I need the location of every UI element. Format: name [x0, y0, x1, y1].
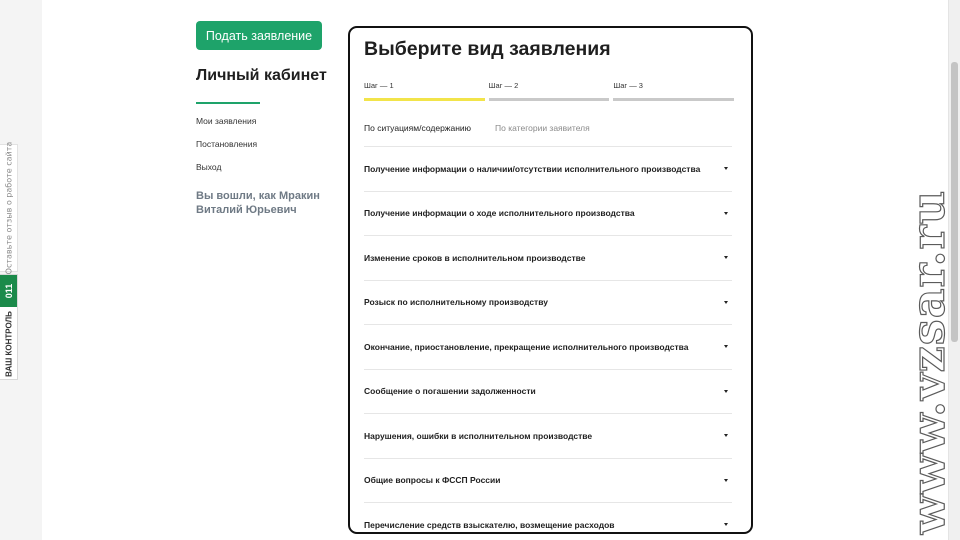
- list-item[interactable]: Получение информации о ходе исполнительн…: [364, 190, 732, 236]
- step-1[interactable]: Шаг — 1: [364, 81, 485, 101]
- control-tab-label-box: ВАШ КОНТРОЛЬ: [0, 307, 17, 379]
- caret-down-icon: [724, 478, 728, 482]
- caret-down-icon: [724, 256, 728, 260]
- list-item-label: Розыск по исполнительному производству: [364, 297, 548, 308]
- list-item-label: Изменение сроков в исполнительном произв…: [364, 252, 586, 263]
- caret-down-icon: [724, 211, 728, 215]
- caret-down-icon: [724, 300, 728, 304]
- sidebar-item-my-applications[interactable]: Мои заявления: [196, 115, 257, 138]
- tab-by-applicant-category[interactable]: По категории заявителя: [495, 123, 590, 133]
- caret-down-icon: [724, 434, 728, 438]
- cabinet-title: Личный кабинет: [196, 67, 327, 84]
- filter-tabs: По ситуациям/содержанию По категории зая…: [364, 123, 590, 133]
- sidebar-item-logout[interactable]: Выход: [196, 161, 257, 184]
- step-2[interactable]: Шаг — 2: [488, 81, 610, 101]
- list-item[interactable]: Общие вопросы к ФССП России: [364, 457, 732, 503]
- step-indicator: Шаг — 1 Шаг — 2 Шаг — 3: [364, 81, 735, 101]
- cabinet-title-underline: [196, 102, 260, 104]
- list-item-label: Общие вопросы к ФССП России: [364, 475, 501, 486]
- list-item[interactable]: Окончание, приостановление, прекращение …: [364, 324, 732, 369]
- list-item[interactable]: Сообщение о погашении задолженности: [364, 368, 732, 414]
- control-tab-number-box: 011: [0, 275, 17, 307]
- tab-by-situation[interactable]: По ситуациям/содержанию: [364, 123, 471, 133]
- sidebar-item-resolutions[interactable]: Постановления: [196, 138, 257, 161]
- panel-title: Выберите вид заявления: [364, 38, 611, 60]
- list-item[interactable]: Изменение сроков в исполнительном произв…: [364, 235, 732, 280]
- list-item[interactable]: Перечисление средств взыскателю, возмеще…: [364, 502, 732, 532]
- list-item-label: Перечисление средств взыскателю, возмеще…: [364, 519, 615, 530]
- control-tab-label: ВАШ КОНТРОЛЬ: [4, 311, 13, 377]
- feedback-tab[interactable]: Оставьте отзыв о работе сайта: [0, 141, 18, 275]
- caret-down-icon: [724, 167, 728, 171]
- list-item[interactable]: Розыск по исполнительному производству: [364, 279, 732, 325]
- control-tab[interactable]: 011 ВАШ КОНТРОЛЬ: [0, 274, 18, 380]
- caret-down-icon: [724, 389, 728, 393]
- application-type-list: Получение информации о наличии/отсутстви…: [364, 146, 732, 532]
- sidebar-menu: Мои заявления Постановления Выход: [196, 115, 257, 184]
- list-item-label: Нарушения, ошибки в исполнительном произ…: [364, 430, 593, 441]
- application-type-panel: Выберите вид заявления Шаг — 1 Шаг — 2 Ш…: [348, 26, 753, 534]
- list-item-label: Получение информации о наличии/отсутстви…: [364, 163, 701, 174]
- watermark: www.vzsar.ru: [900, 189, 955, 535]
- step-3[interactable]: Шаг — 3: [613, 81, 735, 101]
- submit-application-button[interactable]: Подать заявление: [196, 21, 322, 50]
- page: Оставьте отзыв о работе сайта 011 ВАШ КО…: [0, 0, 960, 540]
- control-tab-number: 011: [3, 283, 14, 299]
- caret-down-icon: [724, 523, 728, 527]
- logged-in-user: Вы вошли, как Мракин Виталий Юрьевич: [196, 190, 320, 216]
- list-item[interactable]: Нарушения, ошибки в исполнительном произ…: [364, 413, 732, 458]
- feedback-tab-label: Оставьте отзыв о работе сайта: [4, 141, 13, 275]
- list-item-label: Окончание, приостановление, прекращение …: [364, 341, 689, 352]
- caret-down-icon: [724, 345, 728, 349]
- list-item[interactable]: Получение информации о наличии/отсутстви…: [364, 146, 732, 191]
- list-item-label: Получение информации о ходе исполнительн…: [364, 208, 635, 219]
- list-item-label: Сообщение о погашении задолженности: [364, 386, 536, 397]
